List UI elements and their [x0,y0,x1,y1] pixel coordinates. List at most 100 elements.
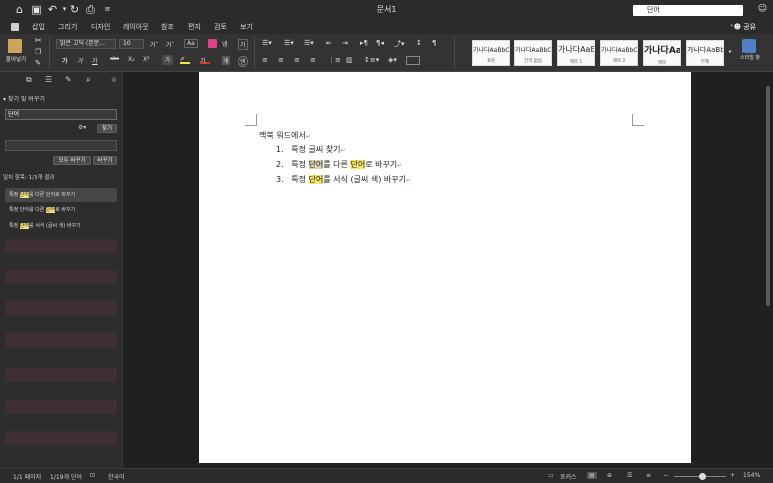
page-count[interactable]: 1/1 페이지 [13,472,41,481]
list-item[interactable]: 3. 특정 단어를 서식 (글씨 색) 바꾸기↵ [276,174,411,185]
enclose-char-icon[interactable]: 앤 [238,56,248,67]
search-result-item[interactable]: 특정 단어를 다른 단어로 바꾸기 [5,188,117,202]
style-normal[interactable]: 가나다AaBbCc 표준 [472,40,510,66]
outline-icon[interactable]: ☰ [45,75,52,84]
decrease-indent-icon[interactable]: ⇤ [326,39,332,47]
change-case-icon[interactable]: Aa [184,39,198,48]
align-left-icon[interactable]: ≡ [262,56,268,64]
highlight-color-icon[interactable]: ✐ [180,56,190,64]
distributed-icon[interactable]: ⋮≡ [328,56,341,64]
replace-button[interactable]: 바꾸기 [93,156,117,165]
columns-icon[interactable]: ▥ [346,56,353,64]
bold-icon[interactable]: 가 [62,56,68,65]
paste-icon[interactable] [8,39,22,53]
asian-layout-icon[interactable]: ⤴▾ [394,39,405,49]
text-effects-icon[interactable]: 가 [162,55,173,65]
sort-icon[interactable]: ↕ [416,39,422,47]
list-item[interactable]: 1. 특정 글씨 찾기↵ [276,144,346,155]
style-heading-1[interactable]: 가나다AaE 제목 1 [557,40,595,66]
close-icon[interactable]: ⊗ [111,76,117,84]
show-marks-icon[interactable]: ¶ [432,39,436,47]
web-layout-icon[interactable]: ⊕ [607,472,612,479]
print-layout-icon[interactable]: ▤ [587,472,597,479]
borders-icon[interactable] [406,56,420,65]
replace-all-button[interactable]: 모두 바꾸기 [53,156,91,165]
ltr-icon[interactable]: ▸¶ [360,39,368,47]
search-input[interactable]: 단어 [633,5,743,16]
doc-heading[interactable]: 맥북 워드에서↵ [259,130,311,141]
redo-icon[interactable]: ↻ [68,3,81,16]
home-icon[interactable]: ⌂ [13,3,26,16]
phonetic-guide-icon[interactable]: 냄 [222,39,228,48]
copy-icon[interactable]: ❐ [35,48,41,56]
italic-icon[interactable]: 가 [77,56,83,65]
tab-design[interactable]: 디자인 [91,22,110,32]
find-input[interactable]: 단어 [5,109,117,120]
language[interactable]: 한국어 [108,472,125,481]
font-name-select[interactable]: 맑은 고딕 (본문... [56,39,116,49]
tab-insert[interactable]: 삽입 [32,22,45,32]
tab-view[interactable]: 보기 [240,22,253,32]
search-icon[interactable]: ⌕ [86,75,90,85]
focus-label[interactable]: 포커스 [560,472,577,481]
align-right-icon[interactable]: ≡ [294,56,300,64]
justify-icon[interactable]: ≡ [310,56,316,64]
line-spacing-icon[interactable]: ↕≡▾ [364,56,379,64]
font-size-select[interactable]: 10 [119,39,144,49]
underline-icon[interactable]: 가 [92,56,98,65]
font-color-icon[interactable]: 가 [200,56,210,65]
shading-icon[interactable]: ◈▾ [388,56,397,64]
search-result-item[interactable]: 특정 단어를 다른 단어로 바꾸기 [5,203,117,217]
subscript-icon[interactable]: X₂ [128,56,135,63]
save-icon[interactable]: ▣ [30,3,43,16]
shrink-font-icon[interactable]: 가ˇ [166,40,175,49]
share-button[interactable]: ⁺☻ 공유 [730,22,756,32]
grow-font-icon[interactable]: 가ˆ [150,40,159,49]
zoom-level[interactable]: 154% [743,472,760,479]
tab-mailings[interactable]: 편지 [188,22,201,32]
tab-review[interactable]: 검토 [214,22,227,32]
home-tab-icon[interactable] [11,23,19,31]
align-center-icon[interactable]: ≡ [278,56,284,64]
tab-references[interactable]: 참조 [161,22,174,32]
styles-pane-icon[interactable] [742,39,756,53]
replace-input[interactable] [5,140,117,151]
rtl-icon[interactable]: ¶◂ [376,39,384,47]
focus-icon[interactable]: ▭ [548,472,554,479]
style-no-spacing[interactable]: 가나다AaBbCc 간격 없음 [514,40,552,66]
char-shading-icon[interactable]: 개 [222,56,230,65]
clear-format-icon[interactable] [208,39,217,48]
pages-icon[interactable]: ⧉ [26,75,32,85]
multilevel-list-icon[interactable]: ☰▾ [304,39,314,47]
tab-draw[interactable]: 그리기 [58,22,77,32]
style-heading-2[interactable]: 가나다AaBbCc 제목 2 [600,40,638,66]
tab-layout[interactable]: 레이아웃 [123,22,149,32]
format-painter-icon[interactable]: ✎ [35,59,41,67]
list-item[interactable]: 2. 특정 단어를 다른 단어로 바꾸기↵ [276,159,402,170]
zoom-in-icon[interactable]: + [730,472,735,479]
style-subtitle[interactable]: 가나다AaBb 부제 [686,40,724,66]
document-page[interactable]: 맥북 워드에서↵ 1. 특정 글씨 찾기↵ 2. 특정 단어를 다른 단어로 바… [199,72,691,463]
edit-doc-icon[interactable]: ✎ [65,75,72,84]
style-title[interactable]: 가나다Aa 제목 [643,40,681,66]
char-border-icon[interactable]: 가 [238,39,248,50]
customize-toolbar-icon[interactable]: ≡ [101,3,114,16]
find-options-icon[interactable]: ⚙▾ [78,124,86,131]
word-count[interactable]: 1/19개 단어 [50,472,82,481]
search-result-item[interactable]: 특정 단어를 서식 (글씨 색) 바꾸기 [5,219,117,233]
account-icon[interactable]: ☺ [756,3,769,16]
zoom-slider-thumb[interactable] [699,473,706,480]
print-icon[interactable]: ⎙ [84,3,97,16]
zoom-out-icon[interactable]: − [663,472,668,479]
increase-indent-icon[interactable]: ⇥ [342,39,348,47]
vertical-scrollbar[interactable] [766,86,770,306]
find-button[interactable]: 찾기 [97,124,117,133]
strikethrough-icon[interactable]: abc [110,56,119,62]
bullets-icon[interactable]: ☰▾ [262,39,272,47]
draft-view-icon[interactable]: ≡ [646,472,651,479]
numbering-icon[interactable]: ☰▾ [284,39,294,47]
superscript-icon[interactable]: X² [143,56,150,63]
proofing-icon[interactable]: ⊡ [90,472,95,479]
cut-icon[interactable]: ✂ [35,36,42,45]
outline-view-icon[interactable]: ☰ [627,472,632,479]
